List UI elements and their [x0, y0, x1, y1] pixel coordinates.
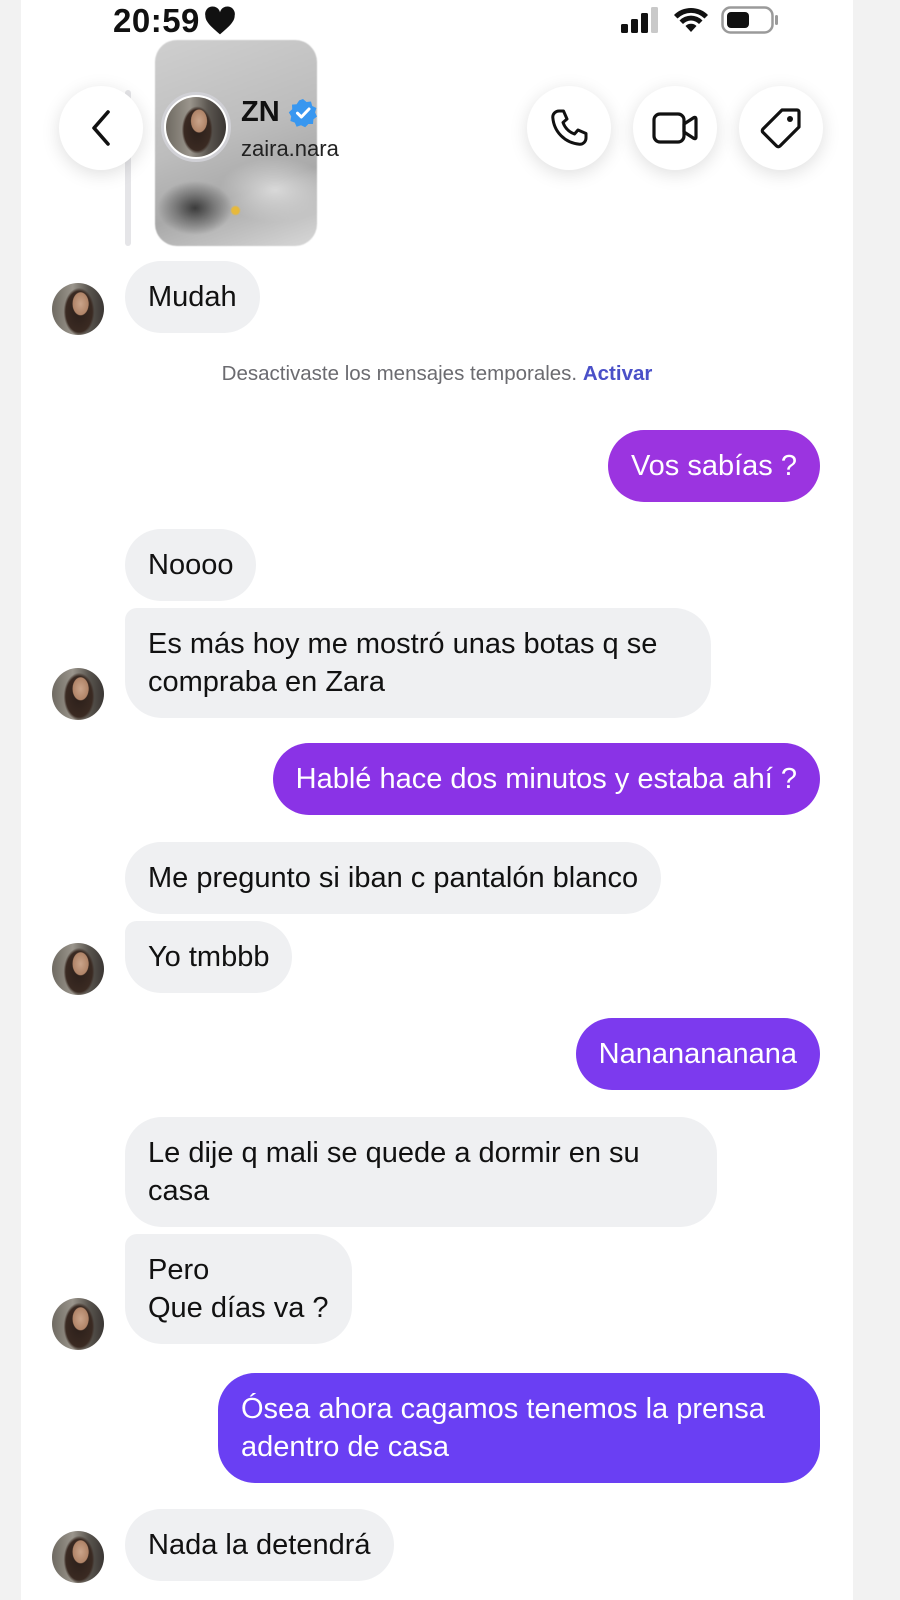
call-button[interactable]: [527, 86, 611, 170]
signal-icon: [621, 7, 658, 33]
notice-text: Desactivaste los mensajes temporales.: [221, 362, 578, 385]
contact-avatar[interactable]: [52, 943, 104, 995]
back-button[interactable]: [59, 86, 143, 170]
chevron-left-icon: [92, 110, 110, 146]
video-camera-icon: [652, 112, 698, 144]
message-bubble-incoming[interactable]: Me pregunto si iban c pantalón blanco: [125, 842, 662, 914]
right-margin: [853, 0, 900, 1600]
tag-button[interactable]: [739, 86, 823, 170]
message-bubble-incoming[interactable]: Le dije q mali se quede a dormir en su c…: [125, 1117, 717, 1227]
message-bubble-outgoing[interactable]: Vos sabías ?: [607, 430, 820, 502]
status-icons: [621, 6, 779, 34]
contact-avatar[interactable]: [52, 1531, 104, 1583]
battery-icon: [721, 6, 778, 34]
video-call-button[interactable]: [633, 86, 717, 170]
message-bubble-incoming[interactable]: Noooo: [125, 529, 257, 601]
message-bubble-incoming[interactable]: Pero Que días va ?: [125, 1234, 352, 1344]
contact-avatar-image: [52, 668, 104, 720]
contact-avatar[interactable]: [52, 283, 104, 335]
contact-username[interactable]: zaira.nara: [241, 136, 339, 162]
contact-avatar-image: [52, 283, 104, 335]
contact-avatar-image: [52, 943, 104, 995]
message-bubble-outgoing[interactable]: Hablé hace dos minutos y estaba ahí ?: [272, 743, 820, 815]
header-avatar[interactable]: [161, 92, 231, 162]
header-avatar-image: [166, 97, 226, 157]
message-bubble-outgoing[interactable]: Ósea ahora cagamos tenemos la prensa ade…: [218, 1373, 820, 1483]
preview-dot: [231, 206, 240, 215]
tag-icon: [760, 108, 801, 149]
heart-icon: [205, 6, 235, 35]
phone-icon: [551, 109, 588, 146]
contact-avatar-image: [52, 1298, 104, 1350]
status-time-text: 20:59: [113, 2, 200, 39]
contact-avatar-image: [52, 1531, 104, 1583]
contact-avatar[interactable]: [52, 668, 104, 720]
left-margin: [0, 0, 21, 1600]
verified-badge-icon: [288, 98, 317, 127]
message-bubble-outgoing[interactable]: Nananananana: [575, 1018, 820, 1090]
wifi-icon: [674, 7, 708, 32]
contact-name[interactable]: ZN: [241, 96, 318, 129]
message-bubble-incoming[interactable]: Yo tmbbb: [125, 921, 293, 993]
ephemeral-notice: Desactivaste los mensajes temporales. Ac…: [21, 362, 853, 386]
activate-link[interactable]: Activar: [583, 362, 653, 385]
contact-name-text: ZN: [241, 96, 280, 128]
chat-screen: 20:59 ZN zaira.nara Mudah Desactivaste l…: [21, 0, 853, 1600]
message-bubble-incoming[interactable]: Nada la detendrá: [125, 1509, 394, 1581]
message-bubble-incoming[interactable]: Es más hoy me mostró unas botas q se com…: [125, 608, 711, 718]
message-bubble-incoming[interactable]: Mudah: [125, 261, 260, 333]
status-time: 20:59: [113, 2, 236, 40]
contact-avatar[interactable]: [52, 1298, 104, 1350]
